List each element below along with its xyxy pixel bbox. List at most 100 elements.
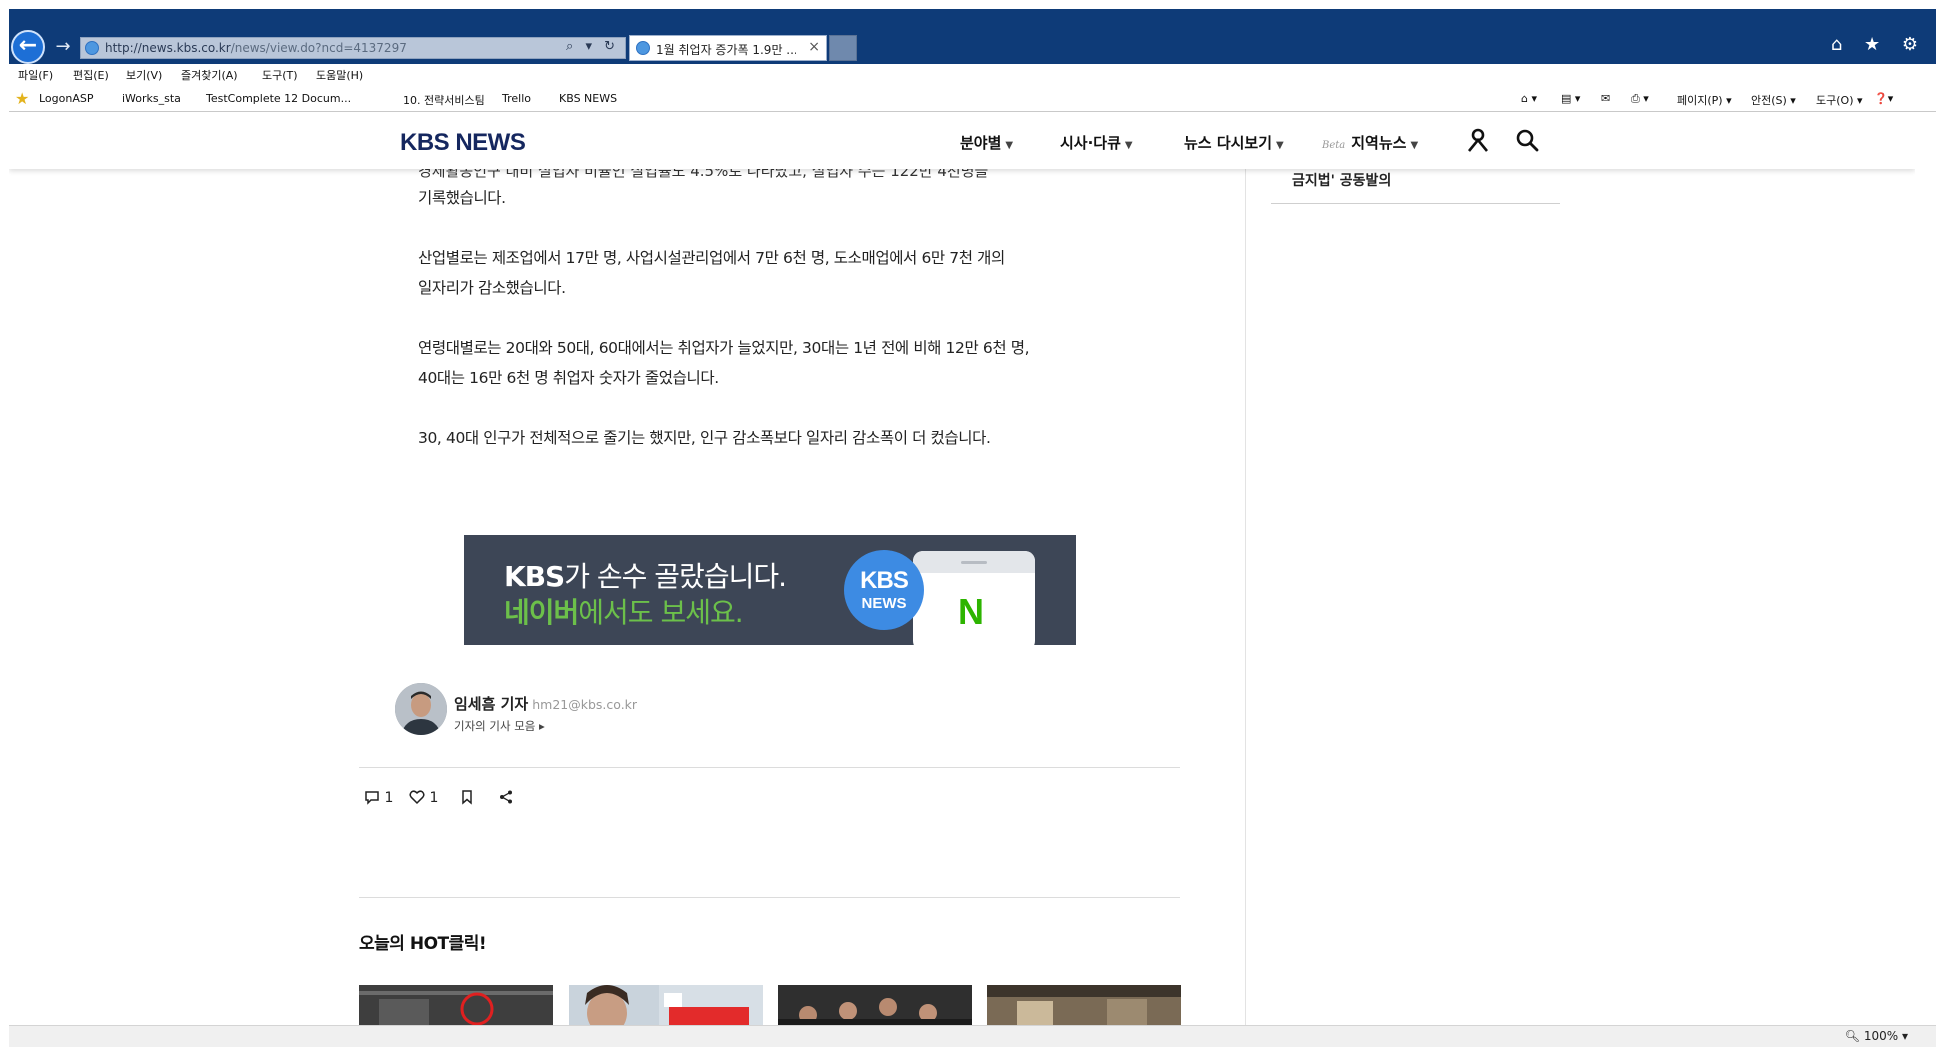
favorite-iworks[interactable]: iWorks_sta [122,92,181,105]
hot-thumbnail-4[interactable] [987,985,1181,1025]
page-viewport: KBS NEWS 분야별 ▼ 시사·다큐 ▼ 뉴스 다시보기 ▼ Beta 지역뉴스 ▼ … [9,113,1915,1025]
address-bar[interactable]: http://news.kbs.co.kr/news/view.do?ncd=4… [80,37,626,59]
reporter-email: hm21@kbs.co.kr [532,697,638,712]
screen-edge [0,0,9,1056]
chevron-down-icon: ▼ [1410,140,1419,151]
address-host: http://news.kbs.co.kr [105,41,231,55]
sidebar-article-title[interactable]: 금지법' 공동발의 [1292,170,1391,190]
phone-speaker [961,561,987,564]
article-line: 30, 40대 인구가 전체적으로 줄기는 했지만, 인구 감소폭보다 일자리 … [418,429,991,447]
chevron-down-icon: ▼ [1124,140,1133,151]
sidebar-divider [1245,169,1246,1025]
nav-local-news[interactable]: Beta 지역뉴스 ▼ [1322,132,1418,153]
nav-current-affairs-label: 시사·다큐 [1060,134,1121,152]
article-line: 40대는 16만 6천 명 취업자 숫자가 줄었습니다. [418,369,719,387]
article-line: 연령대별로는 20대와 50대, 60대에서는 취업자가 늘었지만, 30대는 … [418,339,1030,357]
favorite-testcomplete[interactable]: TestComplete 12 Docum... [206,92,351,105]
favorites-star-icon[interactable]: ★ [15,89,29,108]
nav-local-news-label: 지역뉴스 [1351,134,1407,152]
new-tab-button[interactable] [829,35,857,61]
thumbnail-image [569,985,763,1025]
command-safety[interactable]: 안전(S) ▾ [1751,92,1796,108]
address-url[interactable]: http://news.kbs.co.kr/news/view.do?ncd=4… [105,41,407,55]
reporter-avatar[interactable] [395,683,447,735]
reporter-articles-link[interactable]: 기자의 기사 모음 ▸ [454,718,545,734]
address-path: /news/view.do?ncd=4137297 [230,41,407,55]
zoom-icon: 🔍︎ [1844,1029,1864,1043]
menu-view[interactable]: 보기(V) [126,67,162,83]
tab-close-icon[interactable]: × [808,39,820,55]
menu-file[interactable]: 파일(F) [18,67,53,83]
beta-badge: Beta [1322,140,1346,151]
menu-help[interactable]: 도움말(H) [316,67,363,83]
bookmark-button[interactable] [459,789,475,806]
hot-click-title: 오늘의 HOT클릭! [359,934,487,954]
bookmark-icon [462,790,472,805]
status-bar: 🔍︎ 100% ▾ [9,1025,1936,1047]
menu-edit[interactable]: 편집(E) [73,67,109,83]
feeds-dropdown-icon[interactable]: ▤ ▾ [1561,92,1580,105]
share-button[interactable] [498,789,514,806]
thumbnail-image [359,985,553,1025]
thumbnail-image [778,985,972,1025]
article-paragraph-4: 30, 40대 인구가 전체적으로 줄기는 했지만, 인구 감소폭보다 일자리 … [418,423,1118,453]
back-button[interactable]: ← [11,30,45,64]
like-count: 1 [429,790,439,806]
search-icon[interactable] [1514,127,1540,153]
nav-category[interactable]: 분야별 ▼ [960,132,1013,153]
zoom-control[interactable]: 🔍︎ 100% ▾ [1845,1029,1908,1043]
sidebar-rule [1271,203,1560,204]
favorite-trello[interactable]: Trello [502,92,531,105]
address-search-refresh-icons[interactable]: ⌕ ▾ ↻ [566,39,619,54]
article-divider [359,767,1180,768]
favorites-bar: ★ LogonASP iWorks_sta TestComplete 12 Do… [9,86,1936,112]
article-paragraph-1: 기록했습니다. [418,183,1118,213]
kbs-news-logo[interactable]: KBS NEWS [400,129,526,157]
chevron-down-icon: ▼ [1276,140,1284,151]
naver-promo-banner[interactable]: KBS가 손수 골랐습니다. 네이버에서도 보세요. N KBS NEWS [464,535,1076,645]
site-favicon-icon [85,41,99,55]
browser-tab-active[interactable]: 1월 취업자 증가폭 1.9만 ... × [629,35,827,61]
article-line: 산업별로는 제조업에서 17만 명, 사업시설관리업에서 7만 6천 명, 도소… [418,249,1005,267]
kbs-news-bubble-logo: KBS NEWS [844,550,924,630]
print-dropdown-icon[interactable]: ⎙ ▾ [1631,92,1649,106]
hot-thumbnail-3[interactable] [778,985,972,1025]
nav-news-replay[interactable]: 뉴스 다시보기 ▼ [1184,132,1284,153]
favorite-strategy-team[interactable]: 10. 전략서비스팀 [403,92,485,108]
naver-n-logo: N [958,591,984,632]
bubble-kbs: KBS [860,567,909,594]
article-line: 기록했습니다. [418,189,506,207]
home-favorites-settings-icons[interactable]: ⌂ ★ ⚙ [1831,34,1926,55]
share-icon [500,790,512,804]
mail-icon[interactable]: ✉ [1601,92,1610,105]
reporter-name[interactable]: 임세흠 기자 hm21@kbs.co.kr [454,693,637,714]
hot-thumbnail-1[interactable] [359,985,553,1025]
nav-current-affairs[interactable]: 시사·다큐 ▼ [1060,132,1133,153]
banner-headline: KBS가 손수 골랐습니다. [504,555,787,595]
command-tools[interactable]: 도구(O) ▾ [1816,92,1863,108]
command-page[interactable]: 페이지(P) ▾ [1677,92,1732,108]
comment-count: 1 [384,790,394,806]
reporter-name-text: 임세흠 기자 [454,695,529,713]
favorite-logonasp[interactable]: LogonASP [39,92,94,105]
comment-button[interactable]: 1 [364,789,393,806]
menu-tools[interactable]: 도구(T) [262,67,298,83]
phone-illustration: N [913,551,1035,645]
home-dropdown-icon[interactable]: ⌂ ▾ [1521,92,1537,105]
article-line: 일자리가 감소했습니다. [418,279,566,297]
menu-favorites[interactable]: 즐겨찾기(A) [181,67,238,83]
user-icon[interactable] [1465,127,1491,153]
chevron-down-icon: ▼ [1005,140,1014,151]
help-dropdown-icon[interactable]: ❓▾ [1874,92,1893,105]
nav-category-label: 분야별 [960,134,1002,152]
hot-thumbnail-2[interactable] [569,985,763,1025]
forward-button[interactable]: → [52,36,74,58]
favorite-kbs-news[interactable]: KBS NEWS [559,92,617,105]
banner-naver: 네이버 [504,596,579,629]
heart-icon [409,790,425,805]
banner-headline-rest: 가 손수 골랐습니다. [564,560,787,593]
section-divider [359,897,1180,898]
like-button[interactable]: 1 [409,789,438,806]
tab-title: 1월 취업자 증가폭 1.9만 ... [656,43,796,57]
comment-icon [365,791,379,805]
